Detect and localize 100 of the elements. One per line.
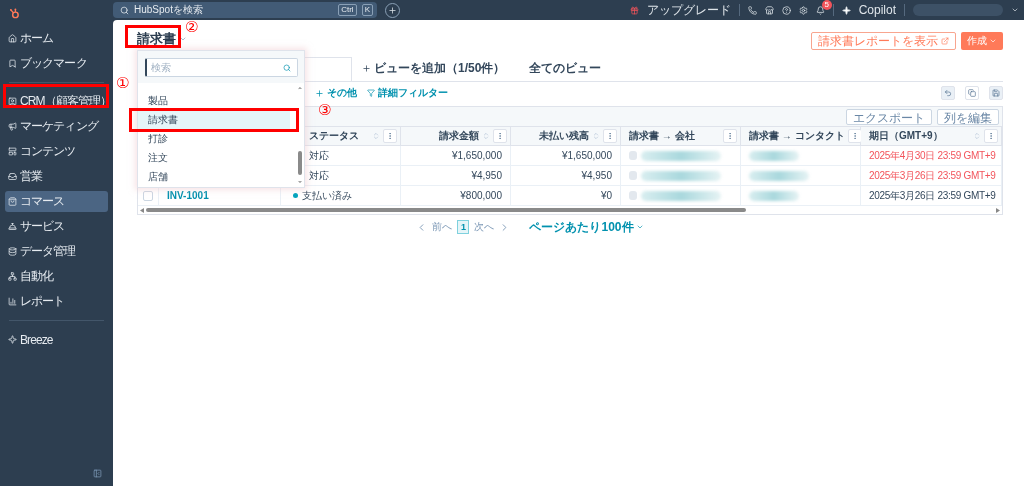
redacted-avatar xyxy=(629,151,637,160)
home-icon xyxy=(8,34,17,43)
plus-icon xyxy=(315,88,324,98)
caret-icon[interactable] xyxy=(1011,6,1019,14)
sort-icon[interactable] xyxy=(592,132,600,140)
sort-icon[interactable] xyxy=(973,132,981,140)
search-field[interactable]: HubSpotを検索 Ctrl K xyxy=(113,2,377,18)
inbox-icon xyxy=(8,172,17,181)
status-text: 支払い済み xyxy=(302,188,352,203)
store-icon[interactable] xyxy=(764,5,774,15)
logo-icon[interactable] xyxy=(9,7,20,19)
column-header[interactable]: 請求金額 xyxy=(401,127,511,146)
search-icon xyxy=(283,63,291,72)
scroll-down-icon[interactable] xyxy=(297,179,303,185)
kebab-icon xyxy=(496,132,504,140)
layout-icon xyxy=(8,147,17,156)
dropdown-item[interactable]: 店舗 xyxy=(138,167,290,186)
column-header[interactable]: 請求書 → 会社 xyxy=(621,127,741,146)
sidebar-item[interactable]: レポート xyxy=(5,291,108,312)
save-button[interactable] xyxy=(989,86,1003,100)
caret-icon xyxy=(635,223,644,231)
notification-icon[interactable] xyxy=(815,5,825,15)
redacted-contact xyxy=(749,150,799,161)
dropdown-item[interactable]: 注文 xyxy=(138,148,290,167)
sparkle-icon xyxy=(8,335,17,344)
row-checkbox[interactable] xyxy=(143,190,153,201)
copilot-button[interactable]: Copilot xyxy=(858,3,896,17)
sort-icon[interactable] xyxy=(482,132,490,140)
copy-button[interactable] xyxy=(965,86,979,100)
object-title-dropdown[interactable]: 請求書 xyxy=(137,30,187,48)
caret-icon xyxy=(179,35,187,43)
annotation-box xyxy=(125,25,181,48)
all-views-link[interactable]: 全てのビュー xyxy=(529,60,602,77)
scroll-right-icon[interactable] xyxy=(996,207,1000,213)
plus-icon xyxy=(362,64,371,73)
contact-card-icon xyxy=(8,97,17,106)
due-date-text: 2025年4月30日 23:59 GMT+9 xyxy=(869,148,996,163)
sidebar-item[interactable]: ホーム xyxy=(5,28,108,49)
redacted-avatar xyxy=(629,191,637,200)
upgrade-link[interactable]: アップグレード xyxy=(646,1,731,19)
redacted-contact xyxy=(749,170,809,181)
caret-icon xyxy=(989,37,997,45)
sidebar-item[interactable]: ブックマーク xyxy=(5,53,108,74)
column-header[interactable]: 期日（GMT+9） xyxy=(861,127,1002,146)
column-menu-button[interactable] xyxy=(493,129,507,143)
more-filters-button[interactable]: その他 xyxy=(315,86,357,100)
save-icon xyxy=(992,89,1000,97)
external-link-icon xyxy=(941,37,949,45)
invoice-link[interactable]: INV-1001 xyxy=(167,190,209,201)
collapse-icon[interactable] xyxy=(93,469,102,478)
column-header[interactable]: 未払い残高 xyxy=(511,127,621,146)
sparkle-icon xyxy=(841,5,851,15)
sidebar-item[interactable]: 営業 xyxy=(5,166,108,187)
gift-icon xyxy=(629,5,639,15)
amount-text: ¥800,000 xyxy=(460,190,502,201)
due-date-text: 2025年3月26日 23:59 GMT+9 xyxy=(869,168,996,183)
column-menu-button[interactable] xyxy=(984,129,998,143)
column-menu-button[interactable] xyxy=(723,129,737,143)
column-menu-button[interactable] xyxy=(603,129,617,143)
annotation-number: ① xyxy=(116,75,130,90)
kebab-icon xyxy=(987,132,995,140)
sidebar-item[interactable]: コマース xyxy=(5,191,108,212)
amount-text: ¥4,950 xyxy=(471,170,502,181)
kebab-icon xyxy=(606,132,614,140)
table-action-button[interactable]: エクスポート xyxy=(846,108,932,125)
column-menu-button[interactable] xyxy=(847,129,862,143)
dropdown-item[interactable]: 製品 xyxy=(138,91,290,110)
status-text: 対応 xyxy=(309,148,329,163)
sidebar-item[interactable]: マーケティング xyxy=(5,116,108,137)
scroll-left-icon[interactable] xyxy=(140,207,144,213)
network-icon xyxy=(8,272,17,281)
undo-button[interactable] xyxy=(941,86,955,100)
sidebar-item[interactable]: サービス xyxy=(5,216,108,237)
megaphone-icon xyxy=(8,122,17,131)
sidebar-item[interactable]: Breeze xyxy=(5,329,108,350)
horizontal-scrollbar[interactable] xyxy=(138,206,1002,214)
scroll-up-icon[interactable] xyxy=(297,85,303,91)
column-menu-button[interactable] xyxy=(383,129,397,143)
per-page-dropdown[interactable]: ページあたり100件 xyxy=(529,218,644,236)
sort-icon[interactable] xyxy=(372,132,380,140)
advanced-filter-button[interactable]: 詳細フィルター xyxy=(367,86,448,100)
kebab-icon xyxy=(386,132,394,140)
sidebar-item[interactable]: 自動化 xyxy=(5,266,108,287)
balance-text: ¥1,650,000 xyxy=(561,150,612,161)
phone-icon[interactable] xyxy=(747,5,757,15)
filter-icon xyxy=(367,89,375,97)
help-icon[interactable] xyxy=(781,5,791,15)
bell-icon xyxy=(8,222,17,231)
annotation-number: ② xyxy=(185,19,199,34)
table-action-button[interactable]: 列を編集 xyxy=(937,108,999,125)
balance-text: ¥0 xyxy=(600,190,612,201)
settings-icon[interactable] xyxy=(798,5,808,15)
column-header[interactable]: 請求書 → コンタクト xyxy=(741,127,861,146)
kebab-icon xyxy=(726,132,734,140)
sidebar-item[interactable]: データ管理 xyxy=(5,241,108,262)
status-text: 対応 xyxy=(309,168,329,183)
add-view-button[interactable]: ビューを追加（1/50件） xyxy=(362,60,506,77)
sidebar-item[interactable]: コンテンツ xyxy=(5,141,108,162)
redacted-contact xyxy=(749,190,799,201)
plus-icon xyxy=(388,5,397,15)
